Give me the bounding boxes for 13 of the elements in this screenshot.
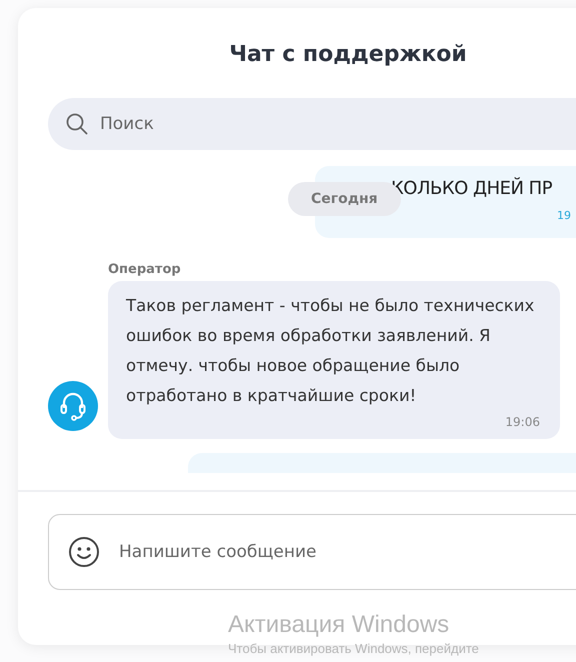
search-field[interactable]: Поиск	[48, 98, 576, 150]
message-time: 19	[557, 209, 572, 222]
window-title: Чат с поддержкой	[228, 42, 468, 69]
smiley-icon[interactable]	[68, 536, 100, 568]
message-text: КОЛЬКО ДНЕЙ ПР	[391, 178, 554, 199]
message-text: Таков регламент - чтобы не было технических ошибок во время обработки заявлений. Я отмечу. чтобы новое обращение было отработано в кратчайшие сроки!	[126, 295, 536, 407]
sender-name: Оператор	[108, 262, 182, 277]
activation-title: Активация Windows	[228, 610, 450, 640]
activation-text: Чтобы активировать Windows, перейдите	[228, 640, 479, 658]
message-input[interactable]: Напишите сообщение	[48, 514, 576, 590]
message-time: 19:06	[504, 415, 540, 429]
headset-icon	[48, 381, 98, 431]
search-icon	[66, 113, 88, 135]
